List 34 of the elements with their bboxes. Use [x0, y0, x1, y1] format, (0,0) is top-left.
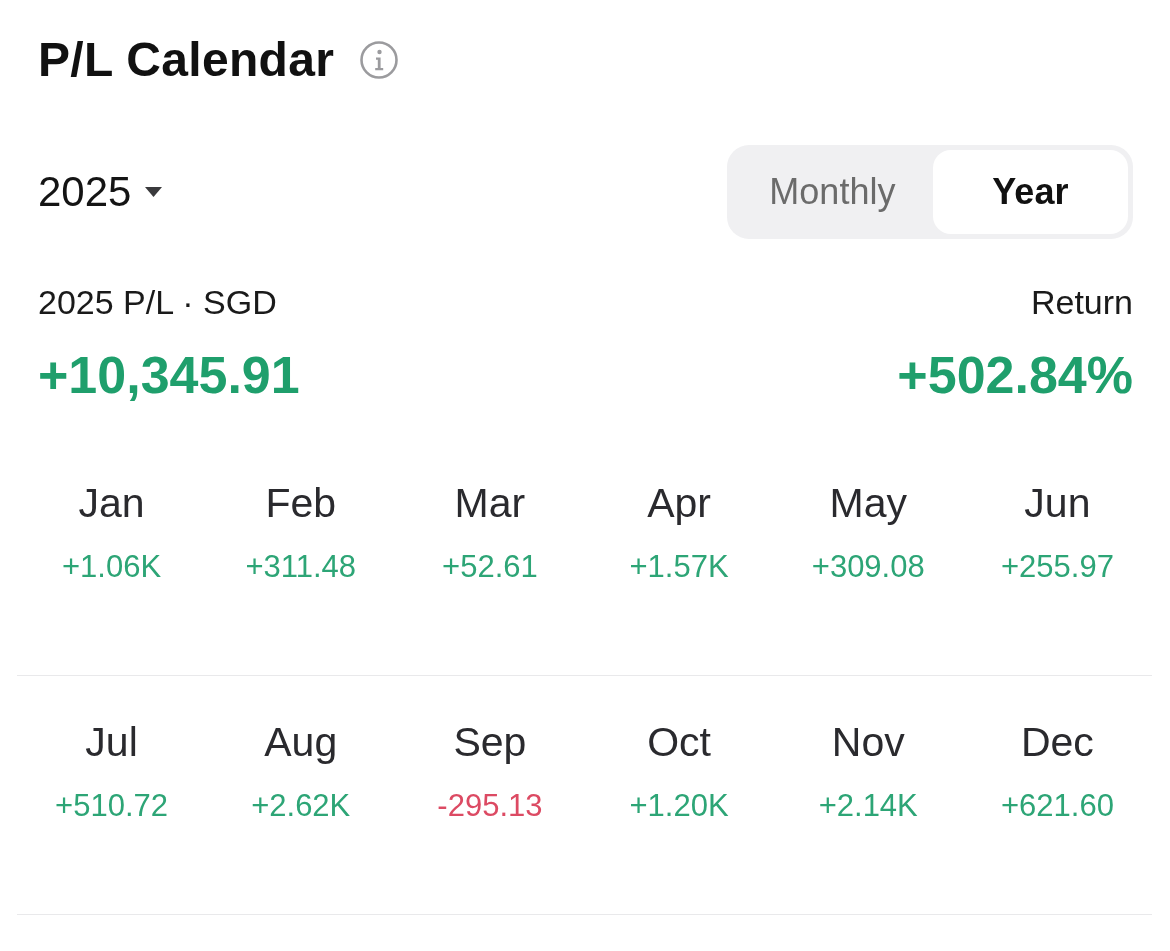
month-value: +1.06K [62, 549, 162, 585]
month-value: +309.08 [811, 549, 925, 585]
return-value: +502.84% [897, 345, 1133, 406]
month-value: +2.14K [818, 788, 918, 824]
view-tab[interactable]: Year [932, 150, 1128, 234]
month-name: Apr [647, 479, 711, 527]
month-name: Mar [454, 479, 526, 527]
month-name: Oct [647, 718, 711, 766]
pl-total-value: +10,345.91 [38, 345, 300, 406]
month-value: +311.48 [245, 549, 357, 585]
month-value: -295.13 [437, 788, 543, 824]
month-value: +1.20K [629, 788, 729, 824]
caret-icon [145, 187, 163, 197]
month-name: Jan [78, 479, 145, 527]
month-name: Jun [1024, 479, 1091, 527]
year-dropdown[interactable]: 2025 [38, 167, 163, 217]
month-name: Nov [831, 718, 905, 766]
month-value: +52.61 [442, 549, 538, 585]
month-name: Jul [85, 718, 138, 766]
month-value: +1.57K [629, 549, 729, 585]
month-value: +255.97 [1000, 549, 1114, 585]
month-value: +510.72 [55, 788, 169, 824]
month-name: Dec [1020, 718, 1094, 766]
month-value: +621.60 [1000, 788, 1114, 824]
month-value: +2.62K [251, 788, 351, 824]
month-name: Aug [264, 718, 338, 766]
view-tab[interactable]: Monthly [732, 150, 933, 234]
pl-label: 2025 P/L · SGD [38, 282, 278, 322]
info-icon[interactable] [360, 41, 399, 79]
month-name: Feb [265, 479, 337, 527]
page-title: P/L Calendar [38, 32, 335, 88]
month-name: May [829, 479, 907, 527]
month-name: Sep [453, 718, 527, 766]
return-label: Return [1029, 282, 1133, 322]
